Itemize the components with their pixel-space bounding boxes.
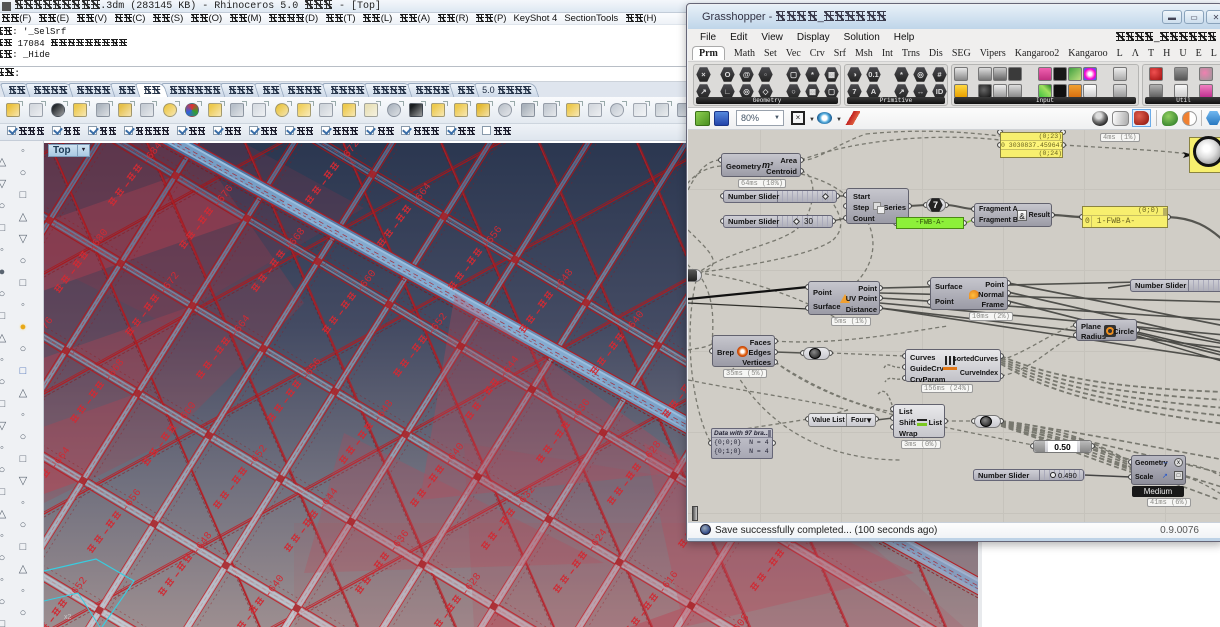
svg-text:x2: x2 bbox=[64, 614, 72, 621]
